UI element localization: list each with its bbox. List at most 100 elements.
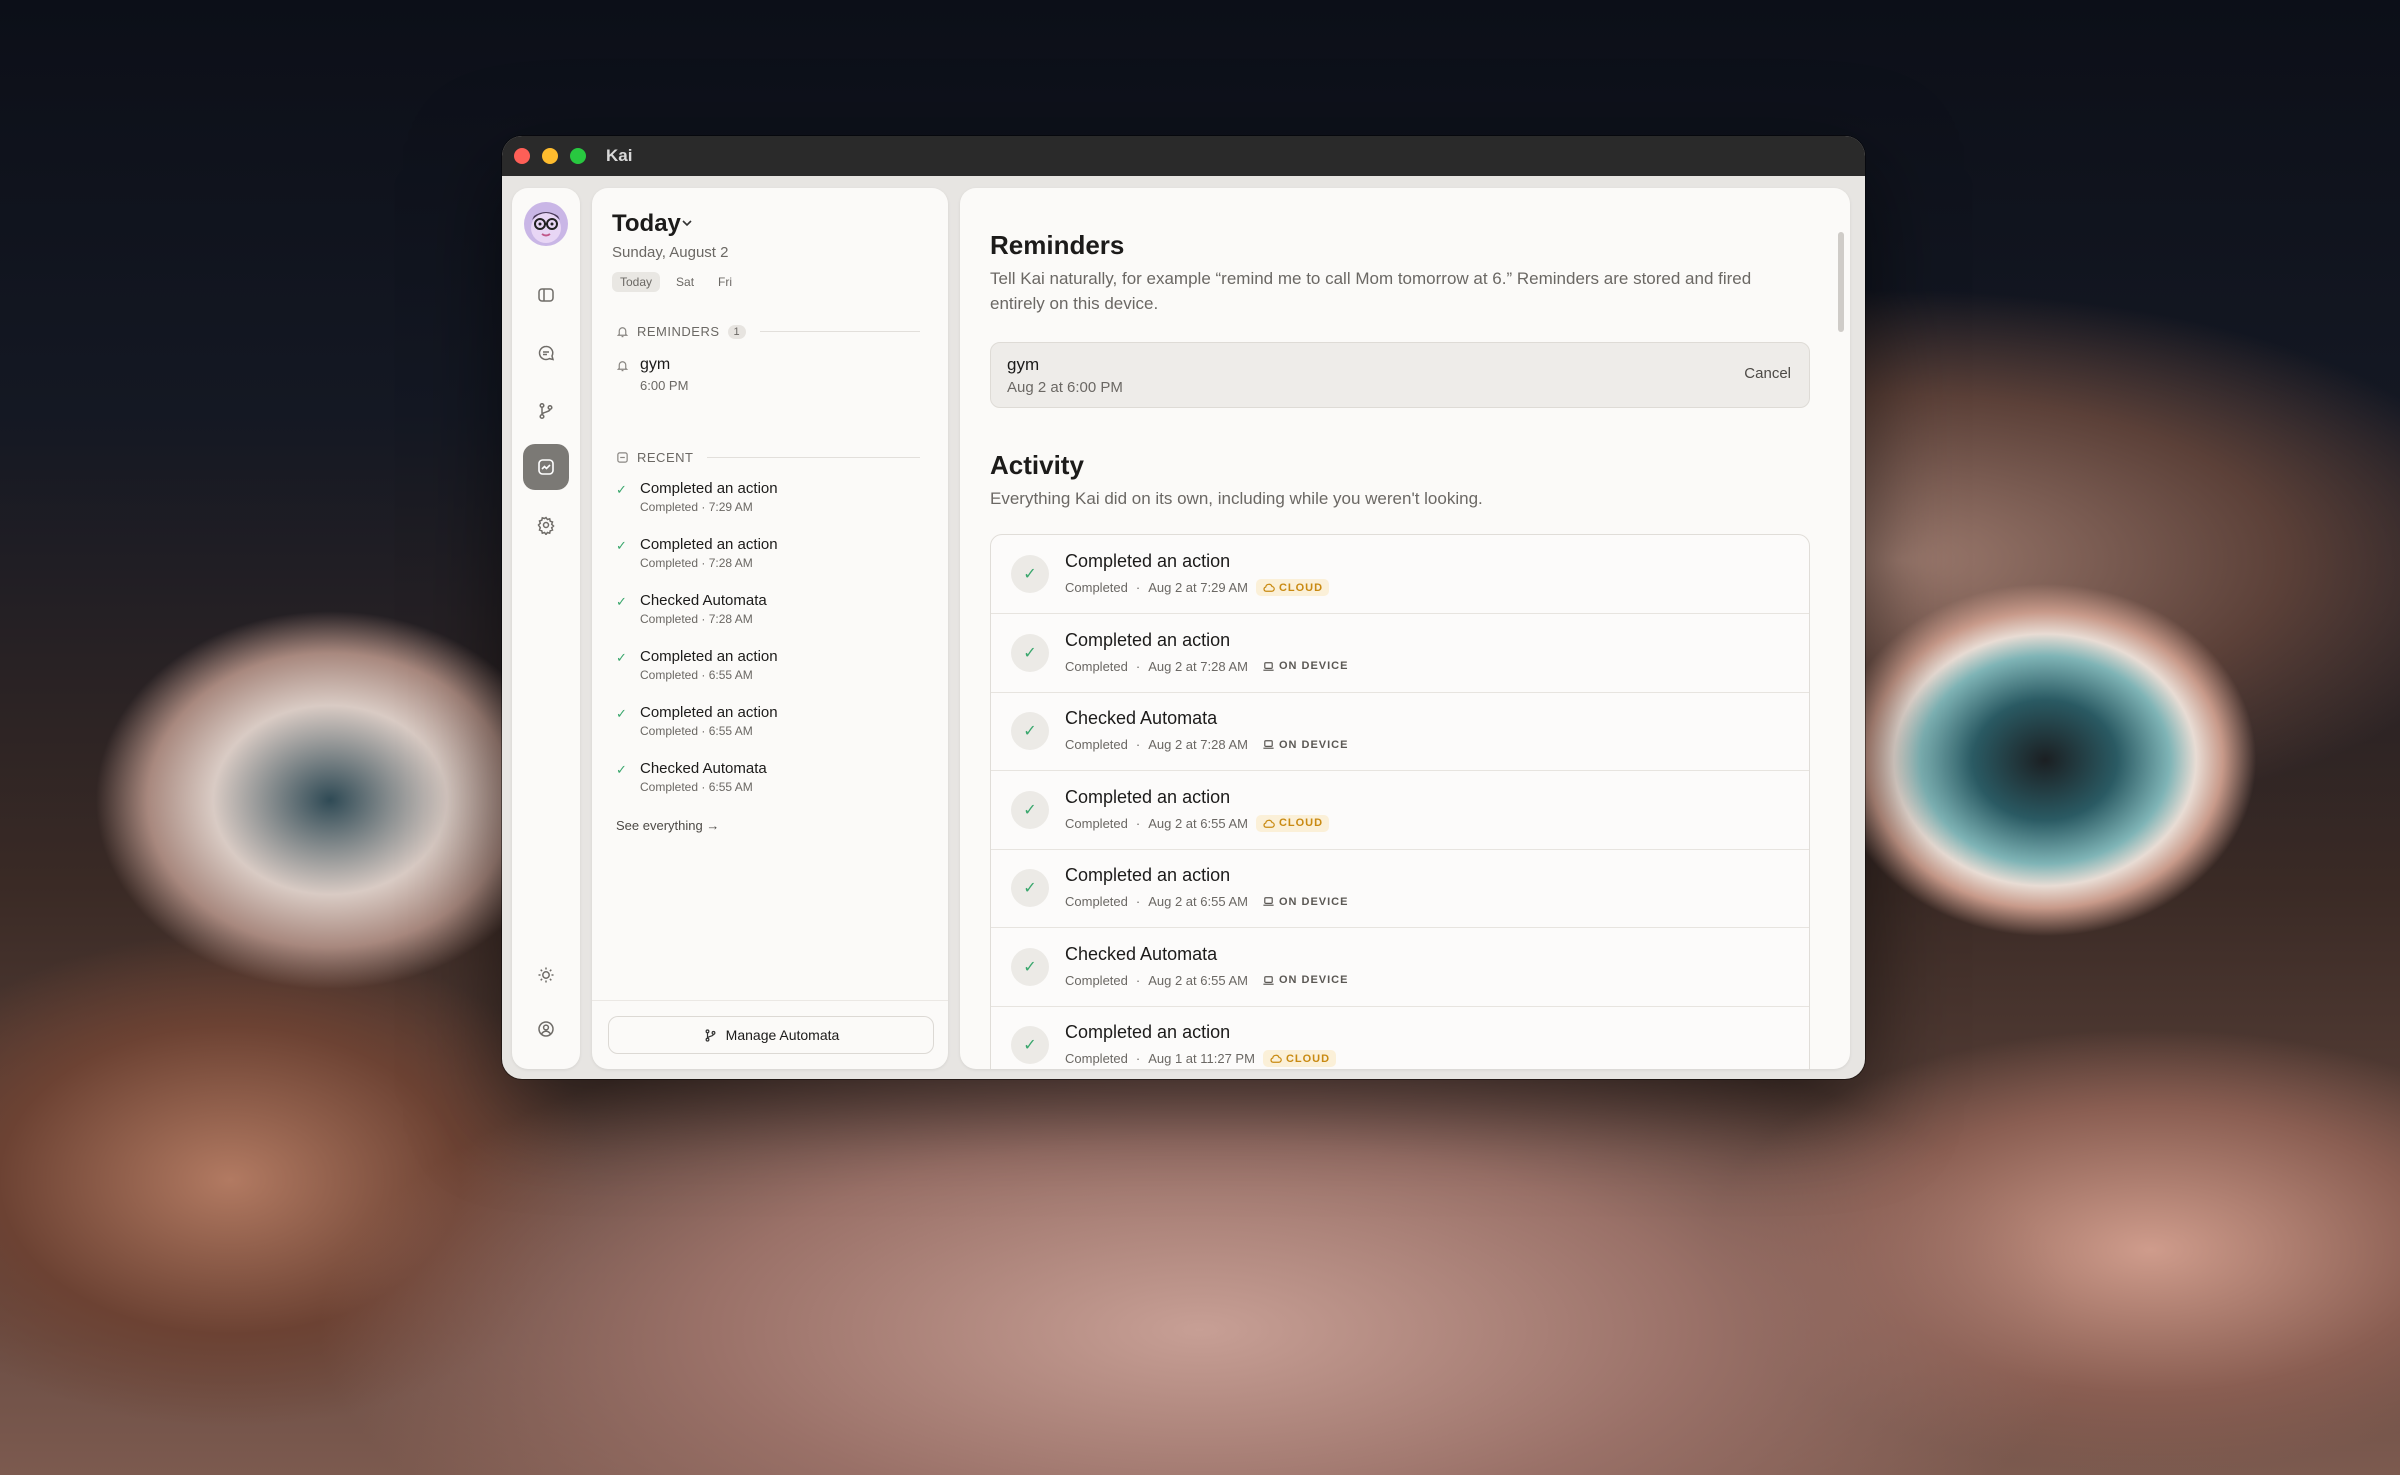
today-title[interactable]: Today — [612, 210, 681, 238]
recent-item[interactable]: ✓ Checked Automata Completed · 6:55 AM — [616, 760, 916, 810]
day-tab-fri[interactable]: Fri — [710, 272, 740, 292]
scrollbar[interactable] — [1838, 232, 1844, 332]
avatar[interactable] — [524, 202, 568, 246]
gear-icon — [537, 516, 555, 535]
bell-icon — [616, 327, 629, 338]
close-window-button[interactable] — [514, 148, 530, 164]
sun-icon — [538, 967, 554, 983]
zoom-window-button[interactable] — [570, 148, 586, 164]
recent-item[interactable]: ✓ Completed an action Completed · 6:55 A… — [616, 648, 916, 698]
window-title: Kai — [606, 146, 633, 165]
chat-icon — [538, 345, 555, 361]
tag-label: CLOUD — [1278, 817, 1324, 829]
recent-item-title: Completed an action — [640, 648, 778, 665]
reminder-name: gym — [640, 356, 671, 373]
recent-label: RECENT — [637, 450, 694, 465]
separator-dot: · — [1135, 815, 1141, 831]
nav-rail — [512, 188, 580, 1069]
activity-button[interactable] — [523, 444, 569, 490]
check-icon: ✓ — [616, 594, 627, 609]
activity-time: Aug 2 at 7:29 AM — [1148, 580, 1248, 595]
sidebar-icon — [538, 288, 554, 302]
laptop-icon — [1263, 740, 1274, 749]
minimize-window-button[interactable] — [542, 148, 558, 164]
separator-dot: · — [1135, 894, 1141, 909]
tag-label: ON DEVICE — [1278, 895, 1349, 908]
recent-item[interactable]: ✓ Checked Automata Completed · 7:28 AM — [616, 592, 916, 642]
chevron-down-icon[interactable] — [680, 216, 694, 230]
settings-button[interactable] — [523, 502, 569, 548]
see-everything-link[interactable]: See everything → — [616, 818, 719, 833]
separator-dot: · — [1135, 737, 1141, 752]
branch-icon — [539, 402, 553, 420]
activity-meta: Completed · Aug 2 at 7:28 AM ON DEVICE — [1065, 658, 1354, 675]
divider — [592, 1000, 948, 1001]
recent-item-subtitle: Completed · 7:28 AM — [640, 612, 753, 626]
check-icon: ✓ — [1011, 1026, 1049, 1064]
tag-label: ON DEVICE — [1278, 974, 1349, 986]
activity-title: Completed an action — [1065, 629, 1231, 650]
activity-row[interactable]: ✓ Completed an action Completed · Aug 2 at 7… — [991, 614, 1809, 693]
reminders-section-header: REMINDERS 1 — [616, 324, 920, 339]
tag-label: CLOUD — [1285, 1052, 1331, 1065]
check-icon: ✓ — [1011, 555, 1049, 593]
recent-item[interactable]: ✓ Completed an action Completed · 7:29 A… — [616, 480, 916, 530]
recent-item[interactable]: ✓ Completed an action Completed · 6:55 A… — [616, 704, 916, 754]
activity-row[interactable]: ✓ Checked Automata Completed · Aug 2 at 7:28… — [991, 692, 1809, 771]
activity-meta: Completed · Aug 2 at 6:55 AM CLOUD — [1065, 814, 1330, 832]
laptop-icon — [1263, 661, 1274, 671]
on-device-tag: ON DEVICE — [1256, 736, 1355, 753]
manage-automata-button[interactable]: Manage Automata — [608, 1016, 934, 1054]
reminders-count-badge: 1 — [727, 324, 747, 339]
recent-item-title: Completed an action — [640, 480, 778, 497]
cancel-reminder-button[interactable]: Cancel — [1744, 365, 1791, 382]
check-icon: ✓ — [616, 482, 627, 497]
check-icon: ✓ — [1011, 712, 1049, 750]
activity-title: Checked Automata — [1065, 708, 1218, 728]
chat-button[interactable] — [523, 330, 569, 376]
reminder-time: 6:00 PM — [640, 378, 689, 393]
cloud-tag: CLOUD — [1255, 579, 1330, 596]
activity-description: Everything Kai did on its own, including… — [990, 489, 1483, 508]
on-device-tag: ON DEVICE — [1256, 972, 1355, 989]
manage-automata-label: Manage Automata — [725, 1027, 840, 1043]
branch-icon — [705, 1028, 716, 1042]
on-device-tag: ON DEVICE — [1256, 658, 1355, 675]
sidebar-toggle-button[interactable] — [523, 272, 569, 318]
check-icon: ✓ — [616, 650, 627, 665]
title-bar: Kai — [502, 136, 1865, 176]
automata-button[interactable] — [523, 388, 569, 434]
theme-toggle-button[interactable] — [523, 952, 569, 998]
tag-label: ON DEVICE — [1278, 738, 1349, 751]
laptop-icon — [1263, 975, 1274, 985]
activity-status: Completed — [1065, 580, 1128, 595]
day-tab-sat[interactable]: Sat — [668, 272, 702, 292]
cloud-icon — [1263, 819, 1275, 828]
today-panel: Today Sunday, August 2 Today Sat Fri REM… — [592, 188, 948, 1069]
activity-row[interactable]: ✓ Completed an action Completed · Aug 2 at 6… — [991, 849, 1809, 928]
check-icon: ✓ — [1011, 869, 1049, 907]
recent-item-title: Checked Automata — [640, 760, 767, 777]
activity-row[interactable]: ✓ Completed an action Completed · Aug 1 at 1… — [991, 1006, 1809, 1069]
activity-status: Completed — [1065, 658, 1128, 674]
recent-item-subtitle: Completed · 6:55 AM — [640, 780, 753, 794]
recent-item-title: Completed an action — [640, 536, 778, 553]
recent-section-header: RECENT — [616, 450, 920, 465]
recent-item[interactable]: ✓ Completed an action Completed · 7:28 A… — [616, 536, 916, 586]
recent-item-title: Completed an action — [640, 704, 778, 721]
activity-meta: Completed · Aug 2 at 6:55 AM ON DEVICE — [1065, 972, 1354, 989]
separator-dot: · — [1135, 580, 1141, 595]
check-icon: ✓ — [616, 706, 627, 721]
day-tab-today[interactable]: Today — [612, 272, 661, 292]
cloud-icon — [1263, 583, 1275, 592]
activity-time: Aug 2 at 7:28 AM — [1148, 737, 1248, 752]
activity-row[interactable]: ✓ Checked Automata Completed · Aug 2 at 6:55… — [991, 928, 1809, 1007]
laptop-icon — [1263, 897, 1274, 906]
recent-item-subtitle: Completed · 6:55 AM — [640, 668, 753, 682]
cloud-tag: CLOUD — [1255, 814, 1330, 832]
activity-time: Aug 2 at 7:28 AM — [1148, 658, 1248, 674]
activity-row[interactable]: ✓ Completed an action Completed · Aug 2 at 6… — [991, 771, 1809, 850]
account-button[interactable] — [523, 1006, 569, 1052]
activity-row[interactable]: ✓ Completed an action Completed · Aug 2 at 7… — [991, 535, 1809, 614]
activity-meta: Completed · Aug 2 at 7:29 AM CLOUD — [1065, 579, 1330, 596]
